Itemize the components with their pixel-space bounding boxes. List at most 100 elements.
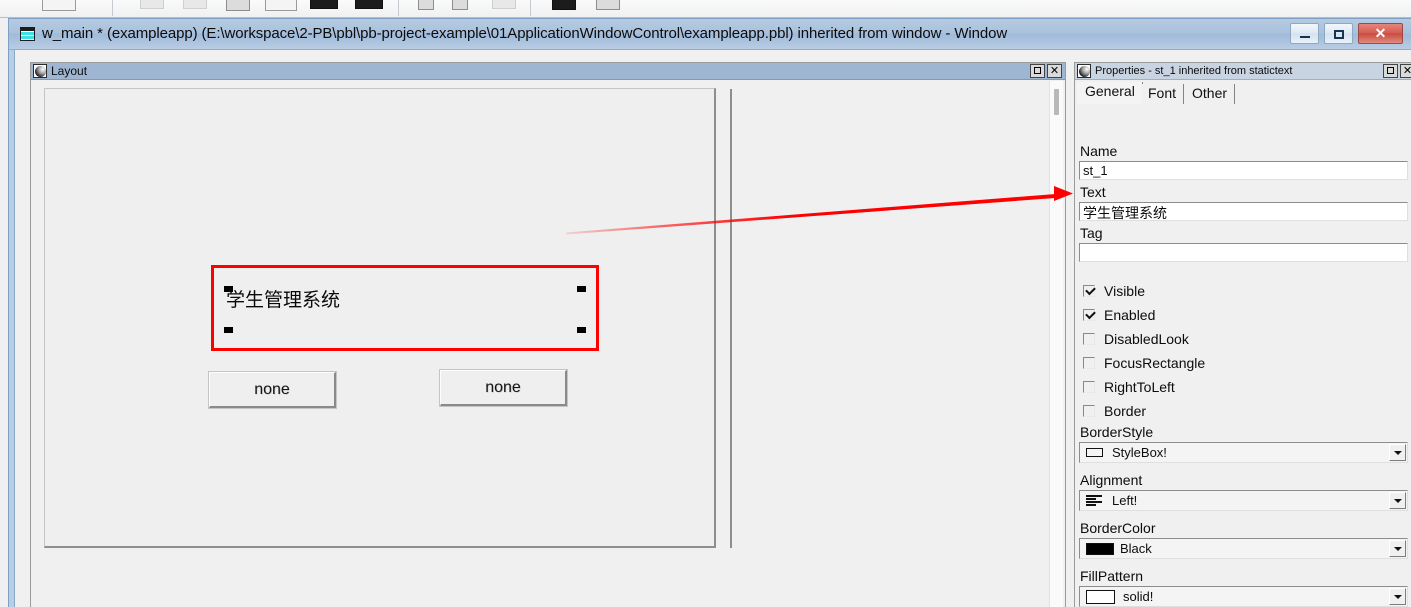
- close-icon: ✕: [1049, 65, 1060, 77]
- label-borderstyle: BorderStyle: [1080, 424, 1154, 440]
- properties-tabstrip[interactable]: General Font Other: [1075, 81, 1411, 105]
- window-titlebar[interactable]: w_main * (exampleapp) (E:\workspace\2-PB…: [9, 19, 1411, 50]
- borderstyle-value: StyleBox!: [1112, 445, 1167, 460]
- box-outline-icon: [1086, 448, 1103, 457]
- alignment-dropdown[interactable]: Left!: [1079, 490, 1408, 511]
- fillpattern-dropdown[interactable]: solid!: [1079, 586, 1408, 607]
- checkbox-box: [1083, 308, 1096, 321]
- toolbar-icon-6[interactable]: [310, 0, 338, 9]
- properties-close-button[interactable]: ✕: [1400, 64, 1411, 78]
- tab-other[interactable]: Other: [1185, 84, 1236, 104]
- align-left-icon: [1086, 495, 1102, 507]
- toolbar-icon-11[interactable]: [552, 0, 576, 10]
- toolbar-icon-2[interactable]: [140, 0, 164, 9]
- checkbox-box: [1083, 381, 1095, 393]
- checkbox-box: [1083, 405, 1095, 417]
- label-tag: Tag: [1080, 225, 1103, 241]
- label-fillpattern: FillPattern: [1080, 568, 1144, 584]
- selection-handle-top-right[interactable]: [577, 286, 586, 292]
- chevron-down-icon[interactable]: [1389, 492, 1406, 509]
- selection-handle-bottom-right[interactable]: [577, 327, 586, 333]
- layout-panel-titlebar[interactable]: Layout ✕: [31, 63, 1065, 80]
- design-surface[interactable]: 学生管理系统 none none: [44, 88, 716, 548]
- layout-canvas[interactable]: 学生管理系统 none none: [31, 81, 1065, 607]
- toolbar-icon-7[interactable]: [355, 0, 383, 9]
- toolbar-separator-1: [112, 0, 113, 16]
- minimize-button[interactable]: [1290, 23, 1319, 44]
- toolbar-separator-2: [398, 0, 399, 16]
- label-text: Text: [1080, 184, 1106, 200]
- painter-ball-icon: [1077, 64, 1091, 78]
- name-field[interactable]: st_1: [1079, 161, 1408, 180]
- design-button-1[interactable]: none: [208, 371, 337, 409]
- properties-form: Name st_1 Text 学生管理系统 Tag Visible Enable…: [1075, 105, 1411, 607]
- checkbox-visible-label: Visible: [1104, 283, 1145, 299]
- checkbox-enabled-label: Enabled: [1104, 307, 1156, 323]
- checkbox-box: [1083, 284, 1096, 297]
- tab-general[interactable]: General: [1077, 82, 1143, 105]
- label-alignment: Alignment: [1080, 472, 1143, 488]
- toolbar-icon-3[interactable]: [183, 0, 207, 9]
- chevron-down-icon[interactable]: [1389, 540, 1406, 557]
- statictext-control-st_1[interactable]: 学生管理系统: [214, 268, 596, 348]
- statictext-label: 学生管理系统: [226, 289, 341, 311]
- layout-vertical-scrollbar[interactable]: [1049, 81, 1063, 607]
- close-button[interactable]: ✕: [1358, 23, 1403, 44]
- chevron-down-icon[interactable]: [1389, 588, 1406, 605]
- design-button-1-label: none: [254, 381, 290, 398]
- fill-pattern-icon: [1086, 590, 1115, 604]
- application-window: w_main * (exampleapp) (E:\workspace\2-PB…: [0, 0, 1411, 607]
- design-button-2-label: none: [485, 379, 521, 396]
- checkbox-righttoleft-label: RightToLeft: [1104, 379, 1175, 395]
- maximize-button[interactable]: [1324, 23, 1353, 44]
- selection-handle-bottom-left[interactable]: [224, 327, 233, 333]
- page-title: w_main * (exampleapp) (E:\workspace\2-PB…: [42, 25, 1008, 42]
- chevron-down-icon[interactable]: [1389, 444, 1406, 461]
- painter-ball-icon: [33, 64, 47, 78]
- layout-panel-title: Layout: [51, 64, 88, 78]
- main-window: w_main * (exampleapp) (E:\workspace\2-PB…: [8, 18, 1411, 607]
- selection-outline: 学生管理系统: [211, 265, 599, 351]
- tag-field[interactable]: [1079, 243, 1408, 262]
- tab-font-label: Font: [1148, 85, 1177, 101]
- checkbox-box: [1083, 357, 1095, 369]
- label-bordercolor: BorderColor: [1080, 520, 1156, 536]
- properties-panel-title: Properties - st_1 inherited from statict…: [1095, 65, 1293, 77]
- minimize-icon: [1300, 36, 1310, 38]
- toolbar-icon-12[interactable]: [596, 0, 620, 10]
- design-button-2[interactable]: none: [439, 369, 568, 407]
- toolbar-icon-10[interactable]: [492, 0, 516, 9]
- layout-restore-button[interactable]: [1030, 64, 1045, 78]
- properties-restore-button[interactable]: [1383, 64, 1398, 78]
- toolbar-icon-1[interactable]: [42, 0, 76, 11]
- toolbar-separator-3: [530, 0, 531, 16]
- toolbar-icon-5[interactable]: [265, 0, 297, 11]
- design-surface-divider: [730, 89, 732, 548]
- bordercolor-dropdown[interactable]: Black: [1079, 538, 1408, 559]
- text-field[interactable]: 学生管理系统: [1079, 202, 1408, 221]
- toolbar-icon-9[interactable]: [452, 0, 468, 10]
- window-design-icon: [20, 27, 35, 41]
- close-icon: ✕: [1402, 65, 1411, 77]
- toolbar-icon-8[interactable]: [418, 0, 434, 10]
- layout-panel: Layout ✕ 学生管理系统 none none: [30, 62, 1066, 607]
- toolbar-strip: [0, 0, 1411, 18]
- label-name: Name: [1080, 143, 1118, 159]
- restore-icon: [1387, 67, 1394, 74]
- checkbox-focusrectangle-label: FocusRectangle: [1104, 355, 1206, 371]
- bordercolor-value: Black: [1120, 541, 1152, 556]
- scrollbar-thumb[interactable]: [1054, 89, 1059, 115]
- fillpattern-value: solid!: [1123, 589, 1154, 604]
- tab-general-label: General: [1085, 83, 1135, 99]
- properties-panel-titlebar[interactable]: Properties - st_1 inherited from statict…: [1075, 63, 1411, 80]
- close-icon: ✕: [1374, 25, 1387, 41]
- layout-close-button[interactable]: ✕: [1047, 64, 1062, 78]
- checkbox-box: [1083, 333, 1095, 345]
- borderstyle-dropdown[interactable]: StyleBox!: [1079, 442, 1408, 463]
- tab-font[interactable]: Font: [1141, 84, 1185, 104]
- toolbar-icon-4[interactable]: [226, 0, 250, 11]
- checkbox-disabledlook-label: DisabledLook: [1104, 331, 1189, 347]
- color-swatch-icon: [1086, 543, 1114, 555]
- properties-panel: Properties - st_1 inherited from statict…: [1074, 62, 1411, 607]
- selection-handle-top-left[interactable]: [224, 286, 233, 292]
